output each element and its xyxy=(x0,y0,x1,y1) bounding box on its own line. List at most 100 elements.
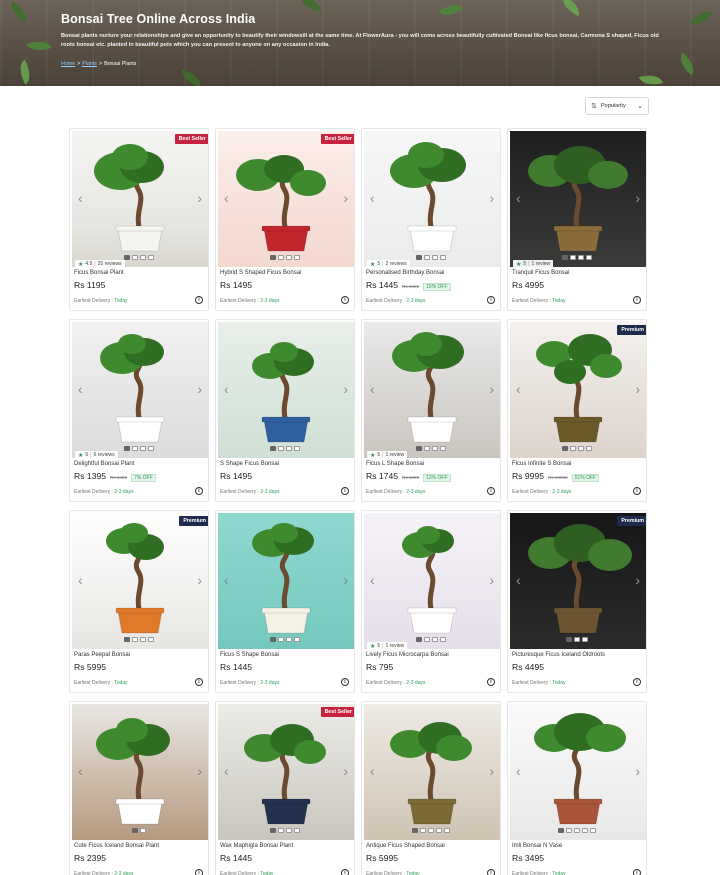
carousel-dot[interactable] xyxy=(132,828,138,833)
product-name[interactable]: Delightful Bonsai Plant xyxy=(74,461,134,467)
carousel-dot[interactable] xyxy=(140,828,146,833)
carousel-dot[interactable] xyxy=(148,446,154,451)
product-image[interactable]: ‹ › ★ 5 | 6 reviews xyxy=(72,322,208,458)
carousel-prev-icon[interactable]: ‹ xyxy=(224,573,229,587)
product-name[interactable]: Antique Ficus Shaped Bonsai xyxy=(366,843,445,849)
carousel-dot[interactable] xyxy=(294,828,300,833)
carousel-dot[interactable] xyxy=(566,637,572,642)
product-image[interactable]: ‹ › ★ 5 | 2 reviews xyxy=(364,131,500,267)
product-card[interactable]: ‹ › Imli Bonsai N Vase Rs 3495 Earliest Deli… xyxy=(507,701,647,875)
carousel-next-icon[interactable]: › xyxy=(343,191,348,205)
info-icon[interactable]: i xyxy=(195,296,203,304)
product-name[interactable]: Ficus Bonsai Plant xyxy=(74,270,124,276)
carousel-prev-icon[interactable]: ‹ xyxy=(78,764,83,778)
carousel-dot[interactable] xyxy=(570,446,576,451)
product-name[interactable]: Hybrid S Shaped Ficus Bonsai xyxy=(220,270,301,276)
carousel-next-icon[interactable]: › xyxy=(343,573,348,587)
carousel-next-icon[interactable]: › xyxy=(635,382,640,396)
carousel-dot[interactable] xyxy=(440,446,446,451)
carousel-dot[interactable] xyxy=(286,828,292,833)
carousel-prev-icon[interactable]: ‹ xyxy=(78,382,83,396)
product-card[interactable]: ‹ › Best Seller Wax Maphigla Bonsai Plant Rs… xyxy=(215,701,355,875)
product-name[interactable]: S Shape Ficus Bonsai xyxy=(220,461,279,467)
breadcrumb-home[interactable]: Home xyxy=(61,61,75,67)
carousel-dot[interactable] xyxy=(440,255,446,260)
info-icon[interactable]: i xyxy=(341,869,349,875)
product-name[interactable]: Imli Bonsai N Vase xyxy=(512,843,562,849)
product-image[interactable]: ‹ › xyxy=(364,704,500,840)
product-card[interactable]: ‹ › Cute Ficus Iceland Bonsai Plant Rs 2395… xyxy=(69,701,209,875)
carousel-dot[interactable] xyxy=(270,828,276,833)
carousel-prev-icon[interactable]: ‹ xyxy=(224,382,229,396)
product-image[interactable]: ‹ › ★ 5 | 1 review xyxy=(364,513,500,649)
carousel-dot[interactable] xyxy=(582,637,588,642)
carousel-dot[interactable] xyxy=(140,255,146,260)
carousel-next-icon[interactable]: › xyxy=(343,764,348,778)
carousel-dot[interactable] xyxy=(416,637,422,642)
carousel-dot[interactable] xyxy=(562,446,568,451)
carousel-dot[interactable] xyxy=(140,446,146,451)
product-image[interactable]: ‹ › Premium xyxy=(72,513,208,649)
product-name[interactable]: Ficus Infinite S Bonsai xyxy=(512,461,571,467)
carousel-next-icon[interactable]: › xyxy=(197,382,202,396)
carousel-prev-icon[interactable]: ‹ xyxy=(516,573,521,587)
carousel-next-icon[interactable]: › xyxy=(635,764,640,778)
info-icon[interactable]: i xyxy=(195,869,203,875)
breadcrumb-plants[interactable]: Plants xyxy=(82,61,97,67)
info-icon[interactable]: i xyxy=(487,296,495,304)
carousel-next-icon[interactable]: › xyxy=(489,191,494,205)
carousel-dot[interactable] xyxy=(558,828,564,833)
carousel-next-icon[interactable]: › xyxy=(635,573,640,587)
carousel-dot[interactable] xyxy=(286,255,292,260)
sort-dropdown[interactable]: ⇅ Popularity ⌄ xyxy=(585,97,649,115)
carousel-dot[interactable] xyxy=(432,255,438,260)
carousel-dot[interactable] xyxy=(286,446,292,451)
carousel-dot[interactable] xyxy=(432,637,438,642)
info-icon[interactable]: i xyxy=(341,678,349,686)
carousel-dot[interactable] xyxy=(574,637,580,642)
carousel-dot[interactable] xyxy=(286,637,292,642)
info-icon[interactable]: i xyxy=(487,869,495,875)
product-name[interactable]: Wax Maphigla Bonsai Plant xyxy=(220,843,293,849)
product-card[interactable]: ‹ › ★ 5 | 1 review Tranquil Ficus Bonsai Rs 499… xyxy=(507,128,647,311)
carousel-dot[interactable] xyxy=(278,255,284,260)
product-card[interactable]: ‹ › Premium Ficus Infinite S Bonsai Rs 9995 R… xyxy=(507,319,647,502)
carousel-dot[interactable] xyxy=(148,637,154,642)
carousel-dot[interactable] xyxy=(586,446,592,451)
carousel-dot[interactable] xyxy=(562,255,568,260)
carousel-next-icon[interactable]: › xyxy=(197,573,202,587)
product-card[interactable]: ‹ › ★ 5 | 1 review Lively Ficus Microcarpa Bon… xyxy=(361,510,501,693)
carousel-next-icon[interactable]: › xyxy=(197,191,202,205)
product-image[interactable]: ‹ › Best Seller xyxy=(218,704,354,840)
info-icon[interactable]: i xyxy=(487,678,495,686)
product-name[interactable]: Picturesque Ficus Iceland Oldroots xyxy=(512,652,605,658)
carousel-dot[interactable] xyxy=(294,637,300,642)
info-icon[interactable]: i xyxy=(633,487,641,495)
product-card[interactable]: ‹ › Antique Ficus Shaped Bonsai Rs 5995 Earl… xyxy=(361,701,501,875)
carousel-dot[interactable] xyxy=(416,255,422,260)
product-card[interactable]: ‹ › ★ 5 | 1 review Ficus L Shape Bonsai Rs 1745… xyxy=(361,319,501,502)
product-image[interactable]: ‹ › xyxy=(218,322,354,458)
carousel-prev-icon[interactable]: ‹ xyxy=(516,382,521,396)
carousel-dot[interactable] xyxy=(124,637,130,642)
carousel-dot[interactable] xyxy=(132,637,138,642)
carousel-prev-icon[interactable]: ‹ xyxy=(370,382,375,396)
carousel-prev-icon[interactable]: ‹ xyxy=(78,191,83,205)
product-image[interactable]: ‹ › xyxy=(72,704,208,840)
carousel-dot[interactable] xyxy=(412,828,418,833)
product-image[interactable]: ‹ › ★ 5 | 1 review xyxy=(510,131,646,267)
info-icon[interactable]: i xyxy=(195,678,203,686)
product-card[interactable]: ‹ › S Shape Ficus Bonsai Rs 1495 Earliest De… xyxy=(215,319,355,502)
product-name[interactable]: Tranquil Ficus Bonsai xyxy=(512,270,569,276)
carousel-next-icon[interactable]: › xyxy=(343,382,348,396)
product-name[interactable]: Ficus S Shape Bonsai xyxy=(220,652,279,658)
carousel-dot[interactable] xyxy=(432,446,438,451)
carousel-dot[interactable] xyxy=(586,255,592,260)
product-name[interactable]: Paras Peepal Bonsai xyxy=(74,652,130,658)
carousel-dot[interactable] xyxy=(140,637,146,642)
product-card[interactable]: ‹ › ★ 5 | 6 reviews Delightful Bonsai Plant Rs … xyxy=(69,319,209,502)
carousel-dot[interactable] xyxy=(124,255,130,260)
product-name[interactable]: Lively Ficus Microcarpa Bonsai xyxy=(366,652,449,658)
product-image[interactable]: ‹ › xyxy=(218,513,354,649)
carousel-prev-icon[interactable]: ‹ xyxy=(224,764,229,778)
